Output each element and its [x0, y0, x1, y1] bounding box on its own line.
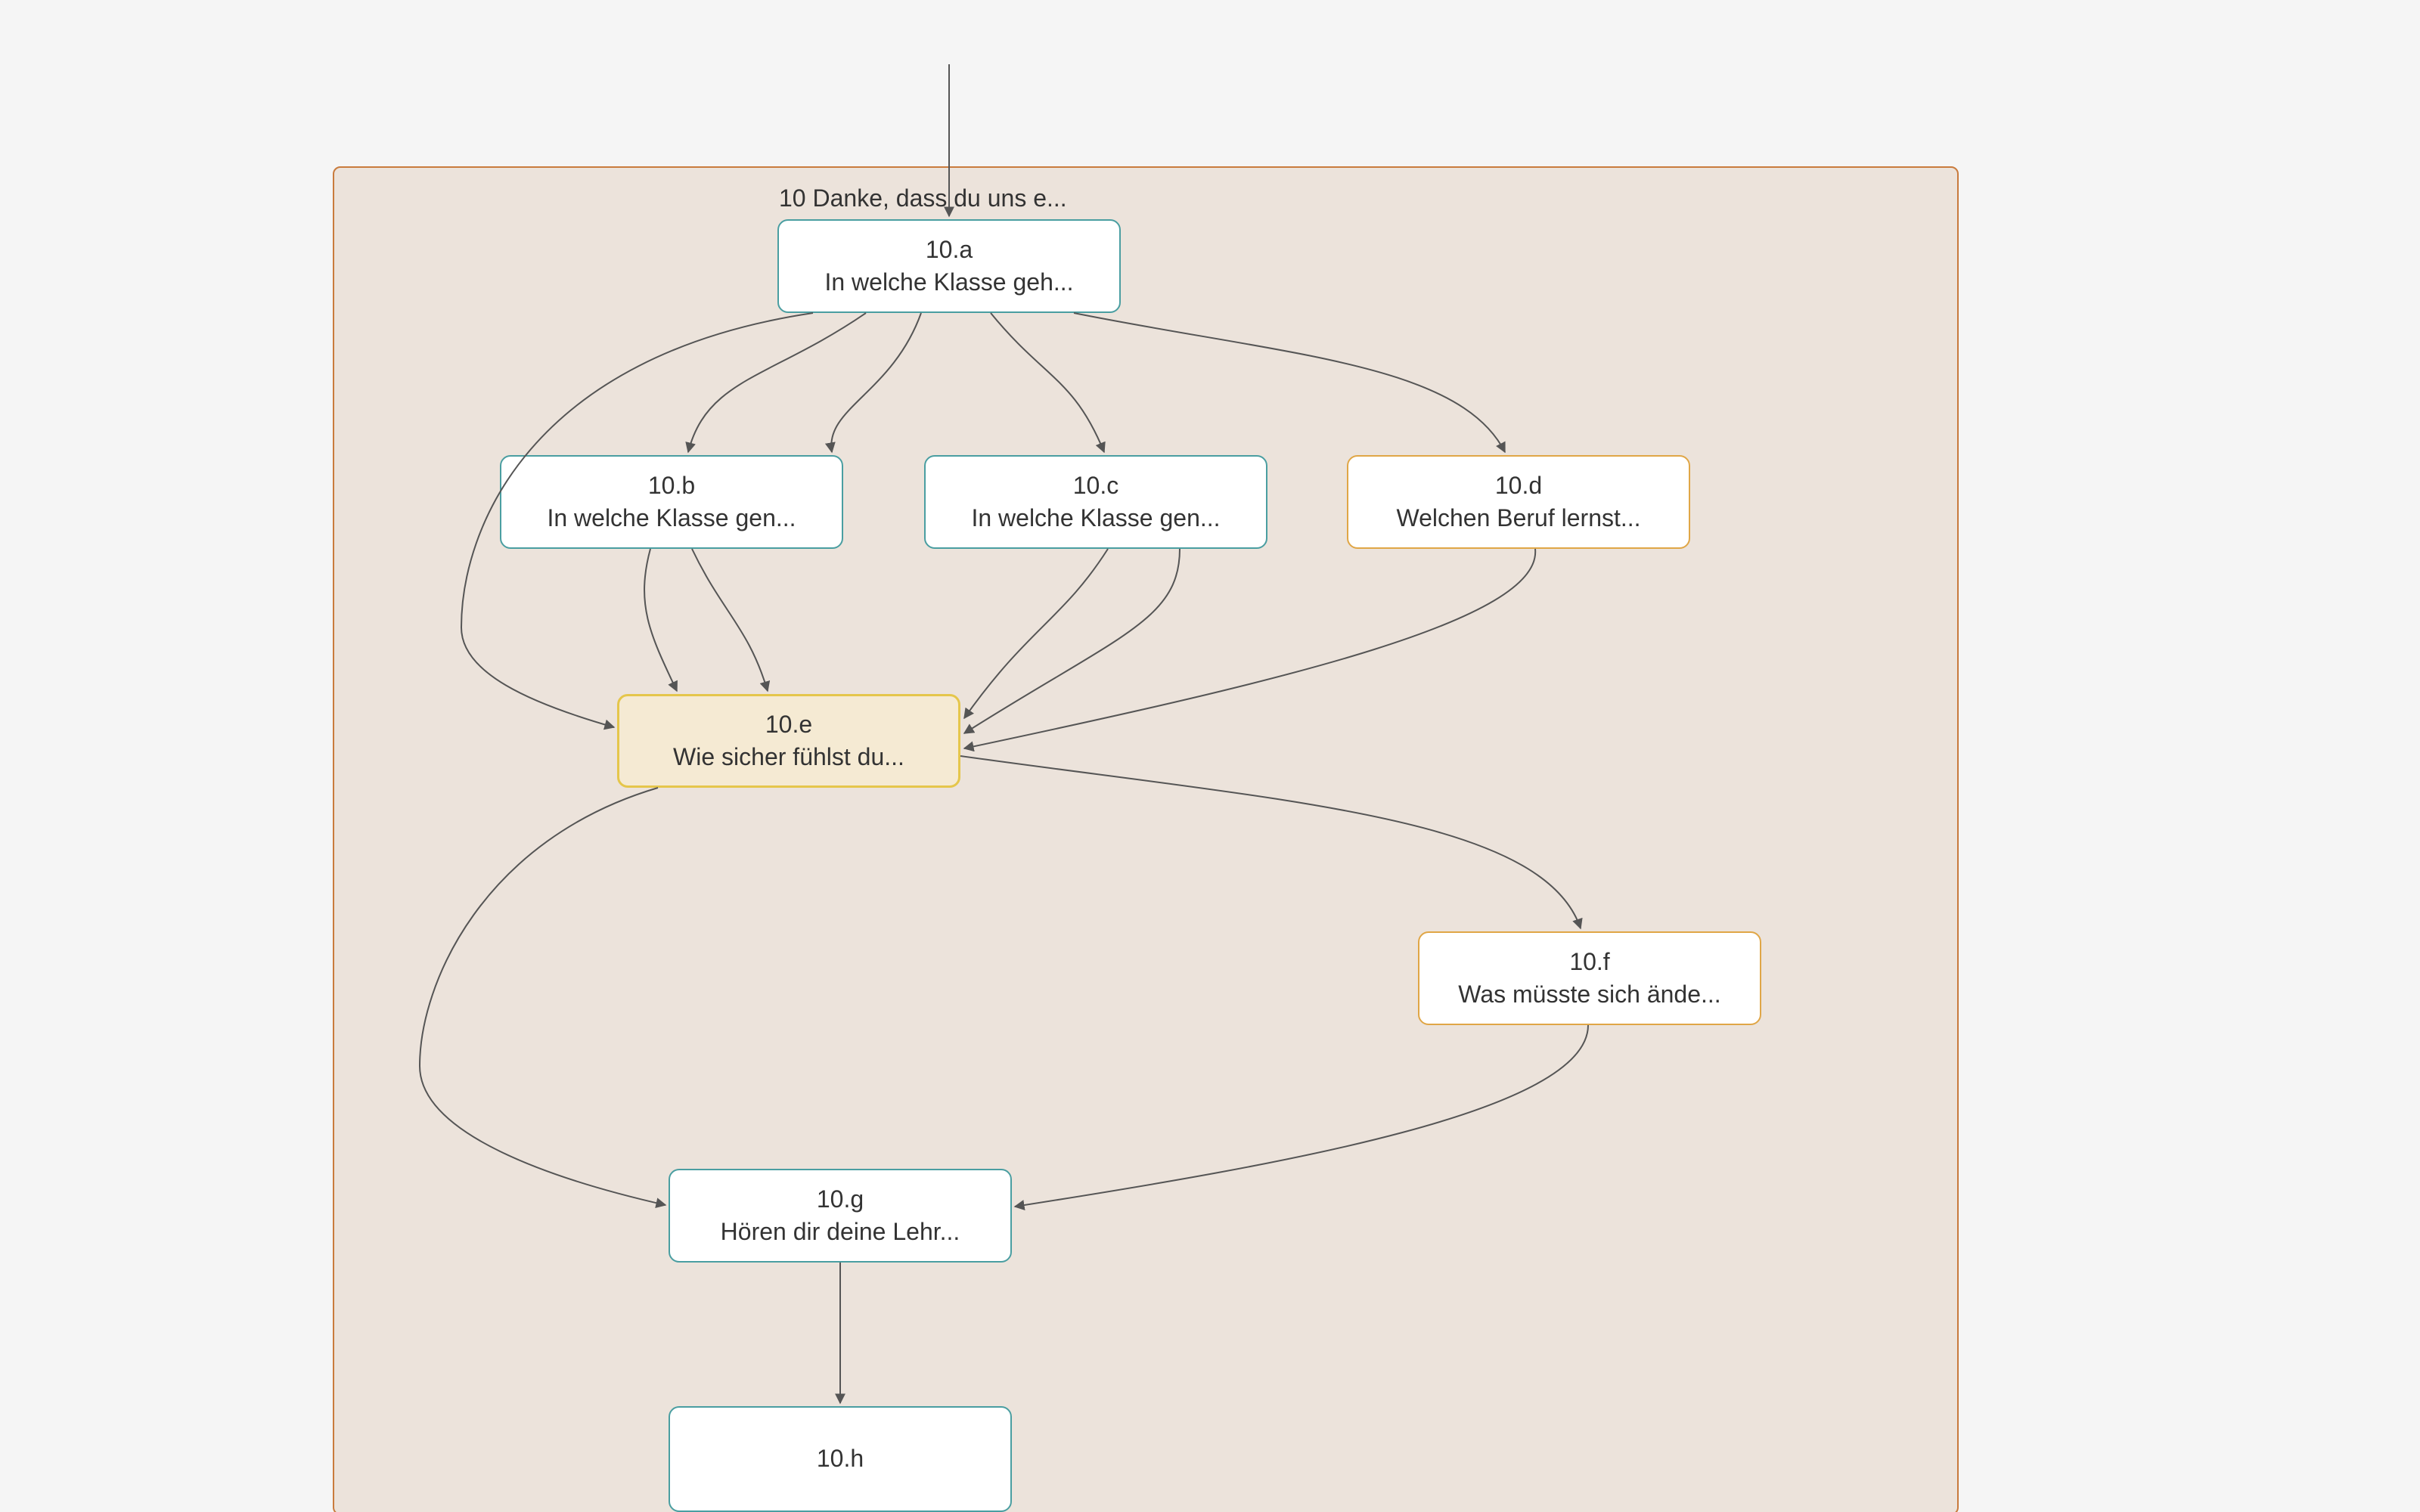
node-id: 10.b: [648, 469, 695, 502]
node-text: Hören dir deine Lehr...: [721, 1216, 960, 1248]
node-10f[interactable]: 10.f Was müsste sich ände...: [1418, 931, 1761, 1025]
node-id: 10.h: [817, 1442, 864, 1475]
diagram-canvas: 10 Danke, dass du uns e... 10.a In welch…: [0, 0, 2420, 1512]
node-text: In welche Klasse gen...: [547, 502, 796, 534]
node-id: 10.e: [765, 708, 812, 741]
node-id: 10.c: [1073, 469, 1118, 502]
node-text: In welche Klasse gen...: [971, 502, 1220, 534]
node-10c[interactable]: 10.c In welche Klasse gen...: [924, 455, 1267, 549]
group-box-10: [333, 166, 1959, 1512]
node-text: Wie sicher fühlst du...: [673, 741, 904, 773]
node-id: 10.d: [1495, 469, 1542, 502]
node-10b[interactable]: 10.b In welche Klasse gen...: [500, 455, 843, 549]
node-10g[interactable]: 10.g Hören dir deine Lehr...: [669, 1169, 1012, 1263]
node-id: 10.a: [926, 234, 973, 266]
node-10a[interactable]: 10.a In welche Klasse geh...: [777, 219, 1121, 313]
group-title: 10 Danke, dass du uns e...: [779, 184, 1067, 212]
node-id: 10.f: [1569, 946, 1609, 978]
node-text: Welchen Beruf lernst...: [1396, 502, 1640, 534]
node-10e[interactable]: 10.e Wie sicher fühlst du...: [617, 694, 960, 788]
node-id: 10.g: [817, 1183, 864, 1216]
node-10h[interactable]: 10.h: [669, 1406, 1012, 1512]
node-text: In welche Klasse geh...: [824, 266, 1073, 299]
node-10d[interactable]: 10.d Welchen Beruf lernst...: [1347, 455, 1690, 549]
node-text: Was müsste sich ände...: [1458, 978, 1720, 1011]
